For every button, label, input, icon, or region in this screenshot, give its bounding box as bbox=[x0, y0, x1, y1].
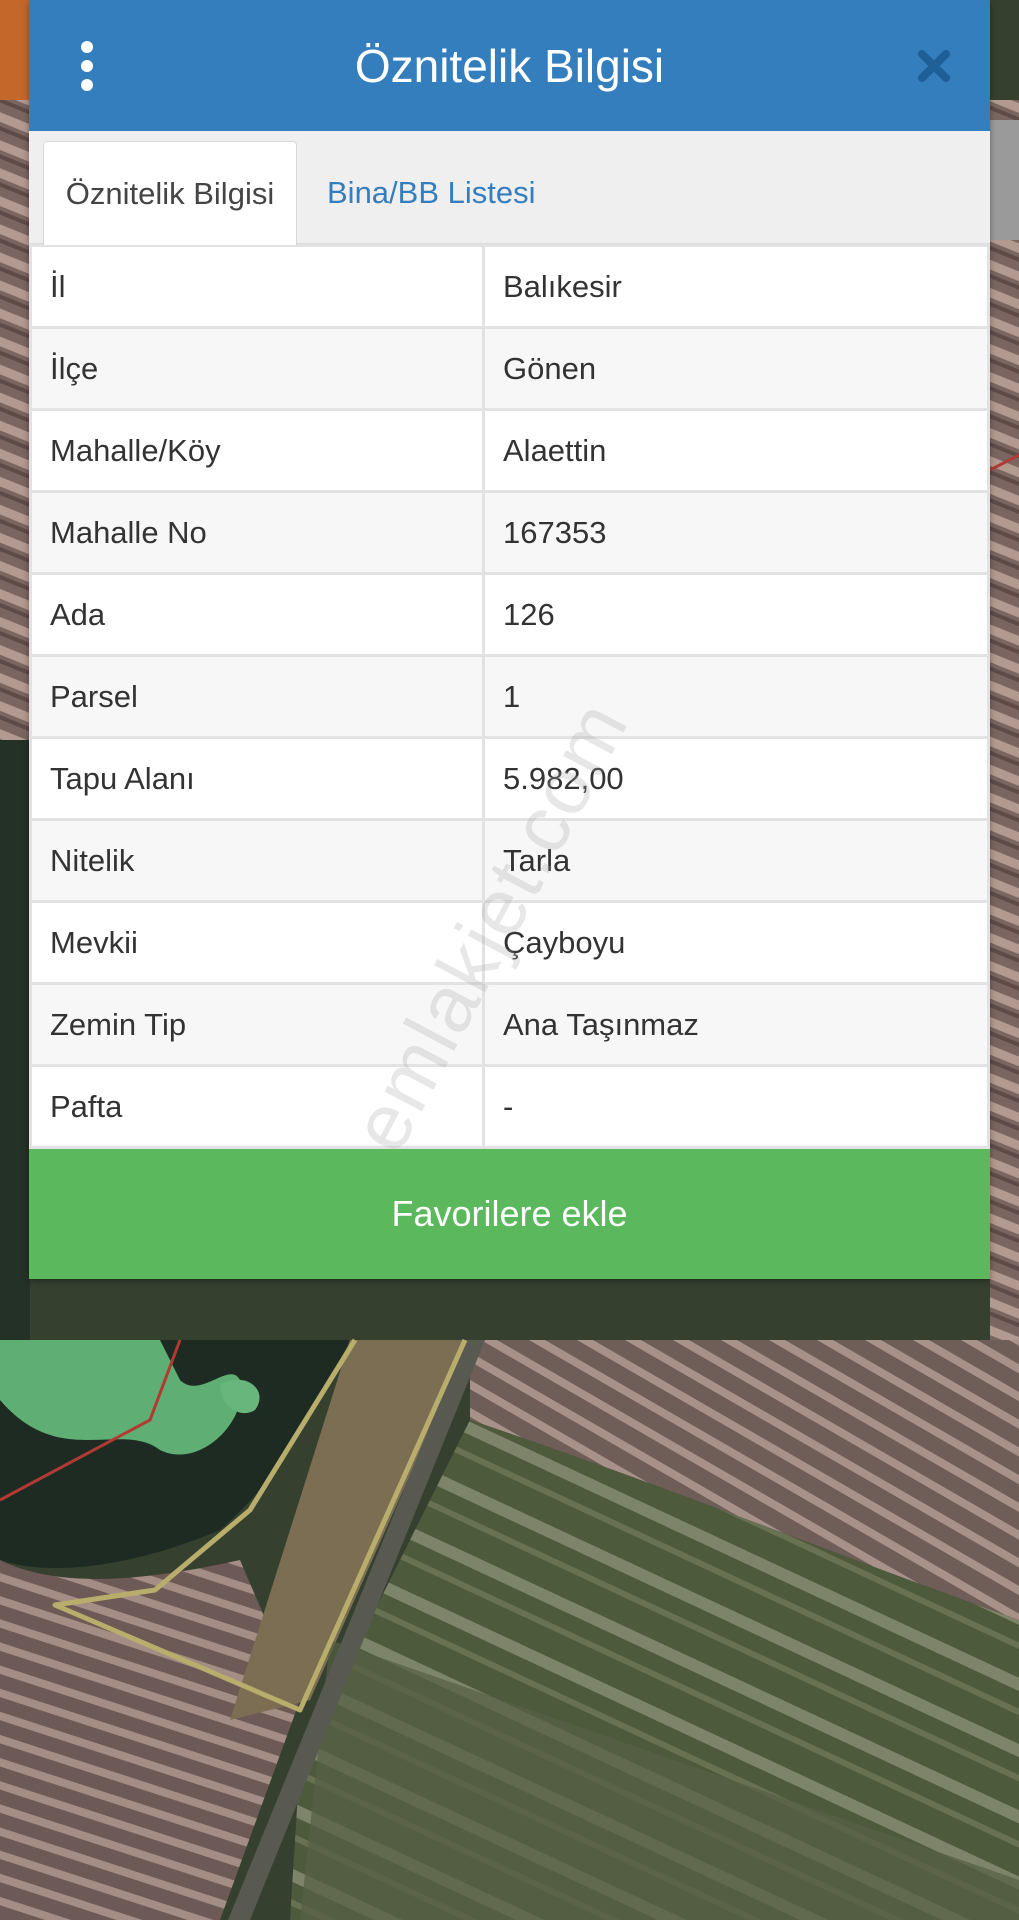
table-row: Mahalle No 167353 bbox=[29, 490, 990, 575]
attribute-value: Tarla bbox=[482, 818, 990, 903]
attribute-key: Ada bbox=[29, 572, 485, 657]
close-icon[interactable] bbox=[914, 46, 954, 86]
table-row: Ada 126 bbox=[29, 572, 990, 657]
dialog-header: Öznitelik Bilgisi bbox=[29, 0, 990, 131]
attribute-value: 5.982,00 bbox=[482, 736, 990, 821]
table-row: Parsel 1 bbox=[29, 654, 990, 739]
attribute-key: Parsel bbox=[29, 654, 485, 739]
attribute-value: 167353 bbox=[482, 490, 990, 575]
add-to-favorites-button[interactable]: Favorilere ekle bbox=[29, 1149, 990, 1279]
table-row: Mevkii Çayboyu bbox=[29, 900, 990, 985]
attribute-info-dialog: Öznitelik Bilgisi Öznitelik Bilgisi Bina… bbox=[29, 0, 990, 1279]
table-row: İl Balıkesir bbox=[29, 244, 990, 329]
attribute-key: Nitelik bbox=[29, 818, 485, 903]
attribute-value: Gönen bbox=[482, 326, 990, 411]
tab-building-list[interactable]: Bina/BB Listesi bbox=[327, 141, 536, 244]
attribute-key: Mahalle No bbox=[29, 490, 485, 575]
attribute-value: Balıkesir bbox=[482, 244, 990, 329]
table-row: Nitelik Tarla bbox=[29, 818, 990, 903]
attribute-key: İlçe bbox=[29, 326, 485, 411]
attribute-value: - bbox=[482, 1064, 990, 1149]
table-row: Zemin Tip Ana Taşınmaz bbox=[29, 982, 990, 1067]
attribute-key: Pafta bbox=[29, 1064, 485, 1149]
attribute-key: Mahalle/Köy bbox=[29, 408, 485, 493]
dialog-title: Öznitelik Bilgisi bbox=[354, 39, 665, 92]
attribute-value: Alaettin bbox=[482, 408, 990, 493]
table-row: Mahalle/Köy Alaettin bbox=[29, 408, 990, 493]
attribute-value: 1 bbox=[482, 654, 990, 739]
attribute-table: İl Balıkesir İlçe Gönen Mahalle/Köy Alaetti… bbox=[29, 244, 990, 1149]
table-row: Pafta - bbox=[29, 1064, 990, 1149]
table-row: Tapu Alanı 5.982,00 bbox=[29, 736, 990, 821]
attribute-value: 126 bbox=[482, 572, 990, 657]
table-row: İlçe Gönen bbox=[29, 326, 990, 411]
vertical-dots-icon[interactable] bbox=[75, 41, 99, 91]
attribute-key: Zemin Tip bbox=[29, 982, 485, 1067]
attribute-key: Tapu Alanı bbox=[29, 736, 485, 821]
attribute-value: Çayboyu bbox=[482, 900, 990, 985]
tab-bar: Öznitelik Bilgisi Bina/BB Listesi bbox=[29, 131, 990, 245]
attribute-value: Ana Taşınmaz bbox=[482, 982, 990, 1067]
tab-attribute-info[interactable]: Öznitelik Bilgisi bbox=[43, 141, 297, 245]
attribute-key: İl bbox=[29, 244, 485, 329]
attribute-key: Mevkii bbox=[29, 900, 485, 985]
